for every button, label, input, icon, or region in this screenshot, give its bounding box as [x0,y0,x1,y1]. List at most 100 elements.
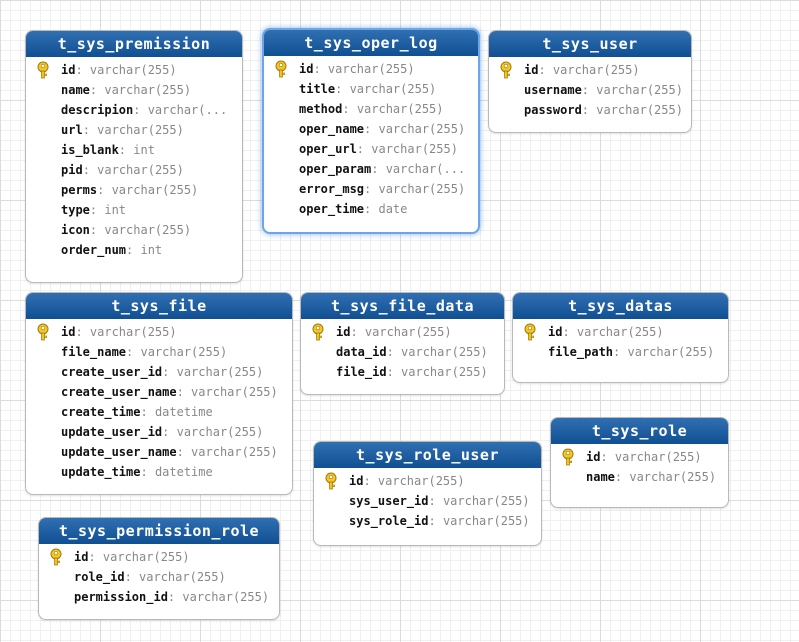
field-type: varchar(255) [378,182,466,196]
field-separator: : [386,345,402,359]
field-row[interactable]: update_user_id: varchar(255) [26,422,292,442]
field-row[interactable]: url: varchar(255) [26,120,242,140]
field-row[interactable]: data_id: varchar(255) [301,342,504,362]
field-list: id: varchar(255) username: varchar(255) pa… [489,57,691,120]
field-row[interactable]: name: varchar(255) [26,80,242,100]
field-type: varchar(255) [182,590,270,604]
field-type: varchar(255) [111,183,199,197]
field-type: varchar(255) [596,83,683,97]
field-row[interactable]: sys_user_id: varchar(255) [314,491,541,511]
field-type: int [133,143,155,157]
field-separator: : [97,183,112,197]
field-name: id [61,325,76,339]
field-row[interactable]: oper_time: date [264,199,478,219]
key-icon [273,60,289,78]
field-separator: : [562,325,577,339]
field-type: datetime [154,465,213,479]
field-type: varchar(255) [629,470,717,484]
field-row[interactable]: icon: varchar(255) [26,220,242,240]
field-type: int [104,203,127,217]
field-separator: : [167,590,183,604]
field-separator: : [118,143,134,157]
field-row[interactable]: password: varchar(255) [489,100,691,120]
field-type: varchar(255) [576,325,664,339]
field-row[interactable]: create_time: datetime [26,402,292,422]
field-separator: : [538,63,553,77]
field-row[interactable]: id: varchar(255) [264,59,478,79]
field-row[interactable]: create_user_name: varchar(255) [26,382,292,402]
field-type: varchar(255) [176,365,264,379]
table-t-sys-datas[interactable]: t_sys_datas id: varchar(255) file_path: va… [512,292,729,383]
field-row[interactable]: username: varchar(255) [489,80,691,100]
field-separator: : [124,570,140,584]
field-separator: : [140,465,155,479]
field-row[interactable]: permission_id: varchar(255) [39,587,279,607]
table-t-sys-premission[interactable]: t_sys_premission id: varchar(255) name: va… [25,30,243,283]
table-t-sys-permission-role[interactable]: t_sys_permission_role id: varchar(255) rol… [38,517,280,620]
field-name: role_id [74,570,125,584]
field-row[interactable]: order_num: int [26,240,242,260]
field-type: varchar(255) [191,445,278,459]
field-name: file_id [336,365,387,379]
field-row[interactable]: is_blank: int [26,140,242,160]
field-name: type [61,203,90,217]
field-row[interactable]: oper_name: varchar(255) [264,119,478,139]
field-type: datetime [154,405,213,419]
field-row[interactable]: id: varchar(255) [551,447,728,467]
field-type: varchar(255) [378,122,466,136]
field-row[interactable]: oper_url: varchar(255) [264,139,478,159]
field-type: varchar(255) [356,102,444,116]
field-row[interactable]: pid: varchar(255) [26,160,242,180]
field-name: id [586,450,601,464]
field-row[interactable]: name: varchar(255) [551,467,728,487]
table-t-sys-file[interactable]: t_sys_file id: varchar(255) file_name: var… [25,292,293,495]
field-row[interactable]: error_msg: varchar(255) [264,179,478,199]
field-name: permission_id [74,590,168,604]
field-name: url [61,123,83,137]
field-separator: : [133,103,148,117]
field-separator: : [140,405,155,419]
field-row[interactable]: role_id: varchar(255) [39,567,279,587]
field-row[interactable]: id: varchar(255) [26,60,242,80]
field-type: varchar(255) [364,325,452,339]
field-name: oper_param [299,162,372,176]
table-t-sys-user[interactable]: t_sys_user id: varchar(255) username: varc… [488,30,692,133]
table-t-sys-oper-log[interactable]: t_sys_oper_log id: varchar(255) title: var… [262,28,480,234]
field-type: varchar(255) [401,345,488,359]
field-name: order_num [61,243,127,257]
field-row[interactable]: oper_param: varchar(... [264,159,478,179]
field-row[interactable]: sys_role_id: varchar(255) [314,511,541,531]
field-row[interactable]: id: varchar(255) [301,322,504,342]
field-row[interactable]: file_name: varchar(255) [26,342,292,362]
field-row[interactable]: method: varchar(255) [264,99,478,119]
field-row[interactable]: id: varchar(255) [314,471,541,491]
field-row[interactable]: perms: varchar(255) [26,180,242,200]
field-row[interactable]: update_time: datetime [26,462,292,482]
field-row[interactable]: update_user_name: varchar(255) [26,442,292,462]
field-separator: : [428,494,443,508]
field-row[interactable]: type: int [26,200,242,220]
table-t-sys-role[interactable]: t_sys_role id: varchar(255) name: varchar(… [550,417,729,508]
field-row[interactable]: id: varchar(255) [513,322,728,342]
field-row[interactable]: id: varchar(255) [39,547,279,567]
table-t-sys-role-user[interactable]: t_sys_role_user id: varchar(255) sys_user_… [313,441,542,546]
field-row[interactable]: file_path: varchar(255) [513,342,728,362]
field-row[interactable]: id: varchar(255) [26,322,292,342]
field-name: create_user_name [61,385,177,399]
table-title: t_sys_user [489,31,691,57]
table-title: t_sys_file_data [301,293,504,319]
field-type: varchar(255) [596,103,683,117]
field-name: error_msg [299,182,365,196]
field-type: varchar(255) [89,63,177,77]
field-separator: : [363,474,378,488]
field-name: id [336,325,351,339]
field-row[interactable]: id: varchar(255) [489,60,691,80]
key-icon [323,472,339,490]
field-row[interactable]: file_id: varchar(255) [301,362,504,382]
field-row[interactable]: descripion: varchar(... [26,100,242,120]
field-name: update_user_name [61,445,177,459]
field-row[interactable]: create_user_id: varchar(255) [26,362,292,382]
table-t-sys-file-data[interactable]: t_sys_file_data id: varchar(255) data_id: … [300,292,505,395]
field-row[interactable]: title: varchar(255) [264,79,478,99]
table-title: t_sys_datas [513,293,728,319]
